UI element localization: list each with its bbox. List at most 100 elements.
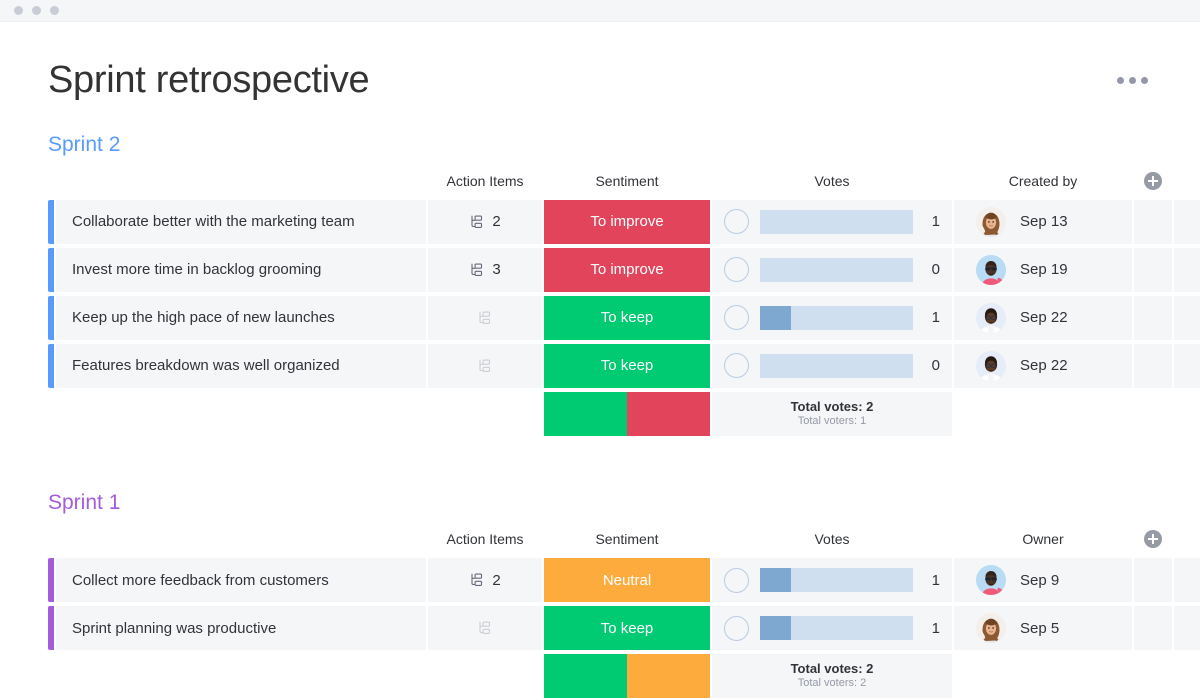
row-name-text: Features breakdown was well organized	[72, 357, 340, 374]
table-row[interactable]: Invest more time in backlog grooming3To …	[48, 248, 1152, 292]
votes-cell[interactable]: 1	[712, 200, 952, 244]
votes-cell[interactable]: 1	[712, 558, 952, 602]
person-cell[interactable]: Sep 19	[954, 248, 1132, 292]
total-voters-label: Total voters: 1	[798, 415, 866, 429]
group-summary-row: Total votes: 2Total voters: 2	[48, 654, 1152, 698]
sentiment-label: Neutral	[603, 572, 651, 589]
row-tail-cell[interactable]	[1174, 200, 1200, 244]
window-dot-maximize[interactable]	[50, 6, 59, 15]
avatar-woman-glasses	[976, 351, 1006, 381]
sentiment-label: To keep	[601, 620, 654, 637]
action-items-cell[interactable]: 3	[428, 248, 542, 292]
votes-cell[interactable]: 0	[712, 248, 952, 292]
sentiment-cell[interactable]: To keep	[544, 606, 710, 650]
action-items-cell[interactable]	[428, 296, 542, 340]
table-row[interactable]: Collect more feedback from customers2 Neu…	[48, 558, 1152, 602]
row-name-cell[interactable]: Invest more time in backlog grooming	[56, 248, 426, 292]
row-tail-cell[interactable]	[1174, 296, 1200, 340]
person-cell[interactable]: Sep 5	[954, 606, 1132, 650]
vote-count: 0	[924, 357, 940, 374]
sentiment-cell[interactable]: To improve	[544, 200, 710, 244]
person-cell[interactable]: Sep 22	[954, 344, 1132, 388]
sentiment-label: To keep	[601, 309, 654, 326]
row-accent-bar	[48, 558, 54, 602]
person-cell[interactable]: Sep 22	[954, 296, 1132, 340]
sentiment-cell[interactable]: To improve	[544, 248, 710, 292]
vote-progress-bar	[760, 616, 913, 640]
row-extra-cell[interactable]	[1134, 344, 1172, 388]
window-dot-minimize[interactable]	[32, 6, 41, 15]
column-header-action-items[interactable]: Action Items	[428, 166, 542, 196]
summary-action-spacer	[428, 392, 542, 436]
add-column-icon[interactable]	[1144, 530, 1162, 548]
sentiment-cell[interactable]: To keep	[544, 296, 710, 340]
table-row[interactable]: Keep up the high pace of new launches To …	[48, 296, 1152, 340]
row-tail-cell[interactable]	[1174, 248, 1200, 292]
sentiment-cell[interactable]: To keep	[544, 344, 710, 388]
votes-cell[interactable]: 1	[712, 606, 952, 650]
table-row[interactable]: Collaborate better with the marketing te…	[48, 200, 1152, 244]
row-name-cell[interactable]: Sprint planning was productive	[56, 606, 426, 650]
action-items-cell[interactable]	[428, 606, 542, 650]
group-title[interactable]: Sprint 1	[48, 490, 1152, 516]
vote-count: 1	[924, 572, 940, 589]
table-row[interactable]: Features breakdown was well organized To …	[48, 344, 1152, 388]
table-row[interactable]: Sprint planning was productive To keep 1 Se…	[48, 606, 1152, 650]
group-title[interactable]: Sprint 2	[48, 132, 1152, 158]
column-header-person[interactable]: Created by	[954, 166, 1132, 196]
sentiment-cell[interactable]: Neutral	[544, 558, 710, 602]
summary-tail-spacer	[1174, 392, 1200, 436]
window-dot-close[interactable]	[14, 6, 23, 15]
kebab-dot	[1117, 77, 1124, 84]
column-header-votes[interactable]: Votes	[712, 524, 952, 554]
column-header-row: Action ItemsSentimentVotesCreated by	[48, 166, 1152, 196]
row-accent-bar	[48, 344, 54, 388]
page-body: Sprint retrospective Sprint 2Action Item…	[0, 22, 1200, 698]
vote-button-icon[interactable]	[724, 305, 749, 330]
row-extra-cell[interactable]	[1134, 558, 1172, 602]
row-tail-cell[interactable]	[1174, 344, 1200, 388]
vote-count: 1	[924, 620, 940, 637]
column-header-votes[interactable]: Votes	[712, 166, 952, 196]
action-items-cell[interactable]	[428, 344, 542, 388]
row-tail-cell[interactable]	[1174, 606, 1200, 650]
vote-button-icon[interactable]	[724, 568, 749, 593]
vote-button-icon[interactable]	[724, 257, 749, 282]
vote-button-icon[interactable]	[724, 209, 749, 234]
subitems-icon	[469, 572, 485, 588]
action-items-cell[interactable]: 2	[428, 200, 542, 244]
row-extra-cell[interactable]	[1134, 200, 1172, 244]
column-header-person[interactable]: Owner	[954, 524, 1132, 554]
row-tail-cell[interactable]	[1174, 558, 1200, 602]
person-cell[interactable]: Sep 9	[954, 558, 1132, 602]
column-header-action-items[interactable]: Action Items	[428, 524, 542, 554]
action-items-cell[interactable]: 2	[428, 558, 542, 602]
votes-cell[interactable]: 0	[712, 344, 952, 388]
add-column-cell	[1134, 530, 1172, 548]
summary-tail-spacer	[1174, 654, 1200, 698]
row-extra-cell[interactable]	[1134, 248, 1172, 292]
row-name-cell[interactable]: Collect more feedback from customers	[56, 558, 426, 602]
person-date: Sep 5	[1020, 620, 1059, 637]
vote-count: 1	[924, 213, 940, 230]
subitems-icon	[469, 262, 485, 278]
vote-progress-bar	[760, 306, 913, 330]
column-header-sentiment[interactable]: Sentiment	[544, 524, 710, 554]
avatar-woman-brown-hair	[976, 207, 1006, 237]
row-name-cell[interactable]: Features breakdown was well organized	[56, 344, 426, 388]
vote-button-icon[interactable]	[724, 616, 749, 641]
row-name-cell[interactable]: Keep up the high pace of new launches	[56, 296, 426, 340]
row-name-cell[interactable]: Collaborate better with the marketing te…	[56, 200, 426, 244]
row-extra-cell[interactable]	[1134, 606, 1172, 650]
avatar-man-sunglasses	[976, 565, 1006, 595]
summary-bar-spacer	[48, 392, 54, 436]
row-extra-cell[interactable]	[1134, 296, 1172, 340]
person-date: Sep 22	[1020, 357, 1068, 374]
avatar-woman-brown-hair	[976, 613, 1006, 643]
person-cell[interactable]: Sep 13	[954, 200, 1132, 244]
kebab-menu-icon[interactable]	[1113, 71, 1152, 90]
add-column-icon[interactable]	[1144, 172, 1162, 190]
column-header-sentiment[interactable]: Sentiment	[544, 166, 710, 196]
votes-cell[interactable]: 1	[712, 296, 952, 340]
vote-button-icon[interactable]	[724, 353, 749, 378]
